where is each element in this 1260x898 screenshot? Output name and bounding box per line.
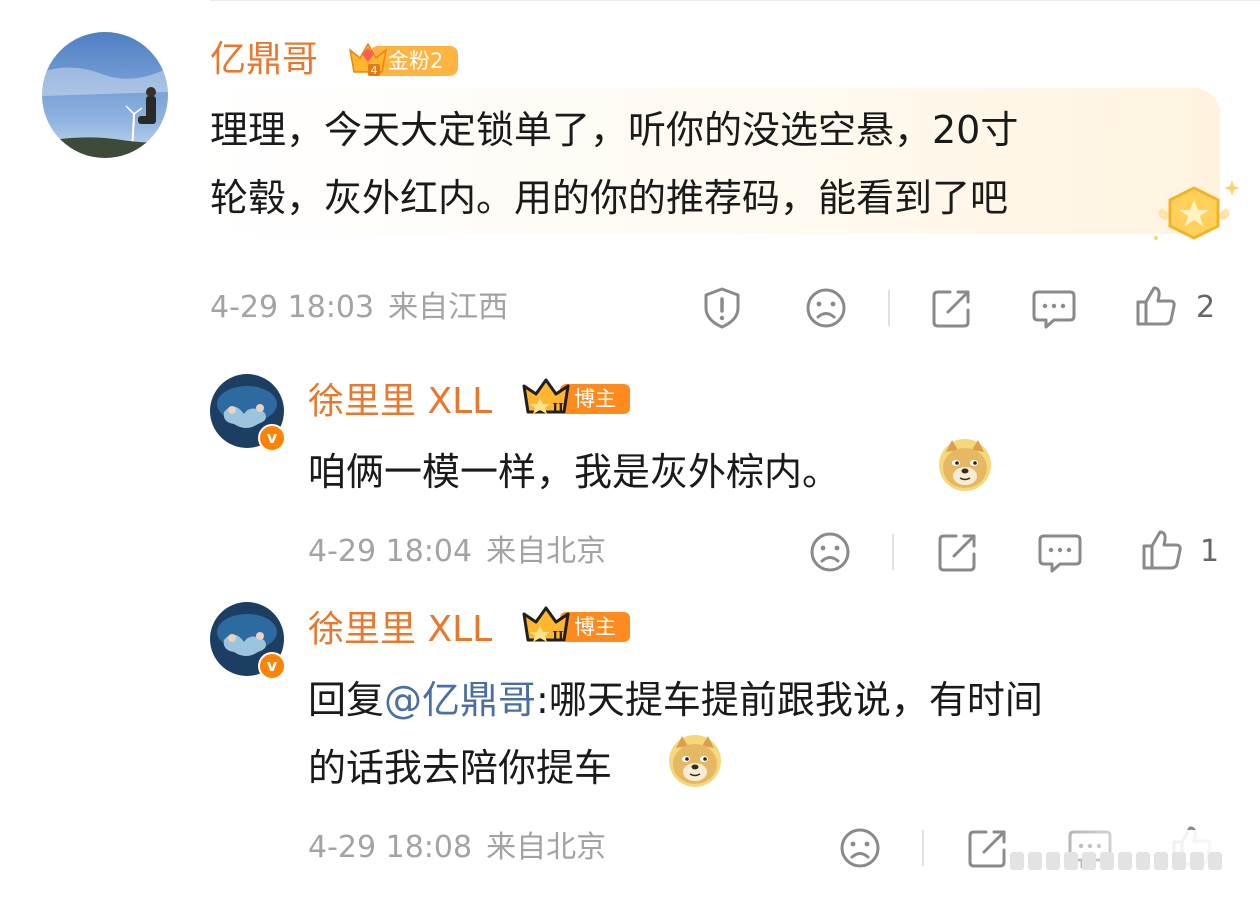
location: 来自北京: [486, 534, 607, 569]
divider: [888, 290, 890, 326]
crown-icon: II: [522, 606, 570, 643]
like-icon[interactable]: [1140, 528, 1184, 572]
like-icon[interactable]: [1134, 284, 1178, 328]
reply-text-line1: 回复@亿鼎哥:哪天提车提前跟我说，有时间: [308, 666, 1043, 734]
share-icon[interactable]: [936, 530, 980, 574]
report-icon[interactable]: [700, 286, 744, 330]
divider: [922, 830, 924, 866]
dislike-icon[interactable]: [808, 530, 852, 574]
fan-level: 4: [371, 64, 378, 77]
avatar-yidingge[interactable]: [42, 32, 168, 158]
gold-star-medal-icon: [1154, 180, 1240, 240]
doge-emoji-icon: [939, 439, 991, 491]
divider: [892, 534, 894, 570]
share-icon[interactable]: [930, 286, 974, 330]
like-count: 2: [1196, 290, 1216, 325]
verified-icon: v: [258, 652, 286, 680]
crown-level: II: [552, 401, 564, 415]
location: 来自江西: [388, 290, 509, 325]
host-badge[interactable]: 博主 II: [520, 606, 636, 646]
dislike-icon[interactable]: [804, 286, 848, 330]
timestamp: 4-29 18:03: [210, 290, 375, 325]
crown-level: II: [552, 629, 564, 643]
reply-text-rest: :哪天提车提前跟我说，有时间: [536, 678, 1043, 722]
crown-icon: II: [522, 378, 570, 415]
dislike-icon[interactable]: [838, 826, 882, 870]
verified-icon: v: [258, 424, 286, 452]
fan-badge[interactable]: 金粉2 4: [346, 40, 458, 78]
doge-emoji-icon: [669, 735, 721, 787]
reply-text: 咱俩一模一样，我是灰外棕内。: [308, 438, 840, 506]
watermark: [1010, 852, 1246, 892]
mention-link[interactable]: @亿鼎哥: [384, 678, 536, 722]
reply-meta: 4-29 18:04 来自北京: [308, 532, 606, 572]
like-count: 1: [1200, 534, 1220, 569]
timestamp: 4-29 18:08: [308, 830, 473, 865]
top-divider: [210, 0, 1260, 1]
comment-text-line2: 轮毂，灰外红内。用的你的推荐码，能看到了吧: [210, 176, 1009, 220]
username[interactable]: 徐里里 XLL: [308, 382, 492, 422]
comment-icon[interactable]: [1032, 286, 1076, 330]
comment-text-line1: 理理，今天大定锁单了，听你的没选空悬，20寸: [210, 108, 1019, 152]
reply-text-line1: 咱俩一模一样，我是灰外棕内。: [308, 450, 841, 494]
location: 来自北京: [486, 830, 607, 865]
reply-prefix: 回复: [308, 678, 385, 722]
comment-icon[interactable]: [1038, 530, 1082, 574]
username[interactable]: 亿鼎哥: [210, 40, 318, 80]
timestamp: 4-29 18:04: [308, 534, 473, 569]
username[interactable]: 徐里里 XLL: [308, 610, 492, 650]
comment-meta: 4-29 18:03 来自江西: [210, 288, 508, 328]
reply-meta: 4-29 18:08 来自北京: [308, 828, 606, 868]
host-badge[interactable]: 博主 II: [520, 378, 636, 418]
diamond-crown-icon: 4: [348, 42, 388, 77]
reply-text-line2: 的话我去陪你提车: [308, 746, 613, 790]
